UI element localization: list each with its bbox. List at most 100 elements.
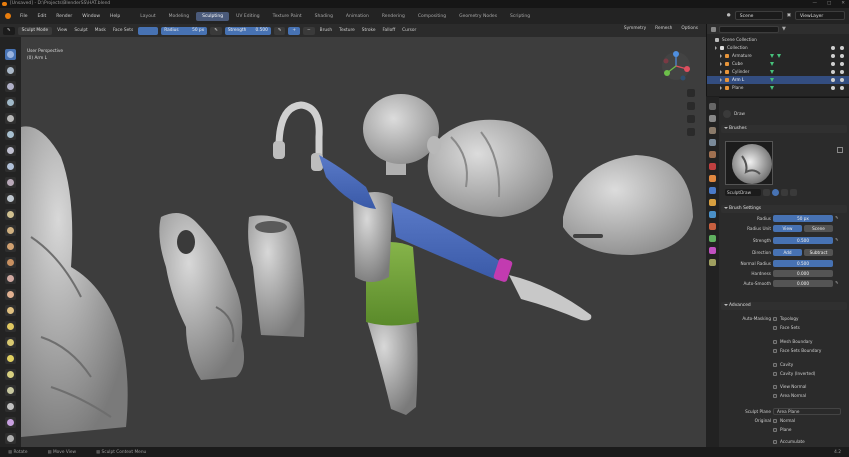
- close-icon[interactable]: ✕: [841, 0, 845, 8]
- tab-scripting[interactable]: Scripting: [504, 12, 536, 21]
- tool-pinch[interactable]: [5, 273, 16, 284]
- brush-name-field[interactable]: SculptDraw: [725, 189, 761, 196]
- sculpt-plane-dropdown[interactable]: Area Plane: [773, 408, 841, 415]
- output-tab-icon[interactable]: [709, 127, 716, 134]
- delete-brush-icon[interactable]: [790, 189, 797, 196]
- view-layer-selector[interactable]: ViewLayer: [795, 11, 845, 20]
- menu-window[interactable]: Window: [77, 14, 105, 19]
- tool-crease[interactable]: [5, 177, 16, 188]
- outliner-row[interactable]: Cube: [707, 60, 849, 68]
- visibility-eye-icon[interactable]: [831, 46, 835, 50]
- brushes-section-header[interactable]: Brushes: [721, 125, 847, 133]
- tool-fill[interactable]: [5, 225, 16, 236]
- render-camera-icon[interactable]: [840, 54, 844, 58]
- brush-settings-section-header[interactable]: Brush Settings: [721, 205, 847, 213]
- outliner-row-selected[interactable]: Arm L: [707, 76, 849, 84]
- cavity-inverted-checkbox[interactable]: [773, 372, 777, 376]
- data-tab-icon[interactable]: [709, 235, 716, 242]
- tab-animation[interactable]: Animation: [340, 12, 375, 21]
- viewport-scene[interactable]: [21, 37, 706, 447]
- add-direction-icon[interactable]: +: [288, 26, 301, 35]
- tool-clay-thumb[interactable]: [5, 113, 16, 124]
- tab-modeling[interactable]: Modeling: [163, 12, 195, 21]
- coat-mesh-left[interactable]: [21, 126, 128, 437]
- camera-view-icon[interactable]: [687, 115, 695, 123]
- expand-icon[interactable]: [720, 54, 722, 58]
- tool-pose[interactable]: [5, 353, 16, 364]
- jacket-mesh[interactable]: [159, 213, 245, 380]
- cavity-checkbox[interactable]: [773, 363, 777, 367]
- headphones-mesh[interactable]: [273, 101, 323, 171]
- minimize-icon[interactable]: —: [812, 0, 817, 8]
- tool-inflate[interactable]: [5, 145, 16, 156]
- tool-box-mask[interactable]: [5, 433, 16, 444]
- outliner-row[interactable]: Cylinder: [707, 68, 849, 76]
- tool-draw[interactable]: [5, 49, 16, 60]
- zoom-icon[interactable]: [687, 89, 695, 97]
- brush-preview-icon[interactable]: [138, 26, 159, 35]
- tool-layer[interactable]: [5, 129, 16, 140]
- tool-flatten[interactable]: [5, 209, 16, 220]
- advanced-section-header[interactable]: Advanced: [721, 302, 847, 310]
- outliner-search-input[interactable]: [719, 25, 779, 33]
- pressure-strength-icon[interactable]: ✎: [273, 26, 286, 35]
- menu-falloff[interactable]: Falloff: [380, 28, 397, 33]
- scene-tab-icon[interactable]: [709, 151, 716, 158]
- mode-selector[interactable]: Sculpt Mode: [17, 26, 53, 35]
- mesh-boundary-checkbox[interactable]: [773, 340, 777, 344]
- render-camera-icon[interactable]: [840, 62, 844, 66]
- tool-thumb[interactable]: [5, 337, 16, 348]
- render-camera-icon[interactable]: [840, 46, 844, 50]
- radius-pressure-icon[interactable]: ✎: [835, 215, 841, 222]
- subtract-direction-icon[interactable]: −: [303, 26, 315, 35]
- menu-file[interactable]: File: [15, 14, 33, 19]
- modifier-tab-icon[interactable]: [709, 187, 716, 194]
- menu-texture[interactable]: Texture: [337, 28, 357, 33]
- tab-layout[interactable]: Layout: [134, 12, 161, 21]
- accumulate-checkbox[interactable]: [773, 440, 777, 444]
- draw-tool-icon[interactable]: ✎: [3, 26, 15, 35]
- tool-clay-strips[interactable]: [5, 97, 16, 108]
- hand-pan-icon[interactable]: [687, 102, 695, 110]
- object-tab-icon[interactable]: [709, 175, 716, 182]
- direction-add-button[interactable]: Add: [773, 249, 802, 256]
- render-camera-icon[interactable]: [840, 70, 844, 74]
- outliner-row[interactable]: Plane: [707, 84, 849, 92]
- tab-texture-paint[interactable]: Texture Paint: [267, 12, 308, 21]
- menu-help[interactable]: Help: [105, 14, 125, 19]
- tab-shading[interactable]: Shading: [309, 12, 339, 21]
- fake-user-icon[interactable]: [772, 189, 779, 196]
- menu-edit[interactable]: Edit: [33, 14, 52, 19]
- menu-mask[interactable]: Mask: [93, 28, 108, 33]
- brush-preview-thumbnail[interactable]: [725, 141, 773, 185]
- menu-render[interactable]: Render: [51, 14, 77, 19]
- original-normal-checkbox[interactable]: [773, 419, 777, 423]
- visibility-eye-icon[interactable]: [831, 70, 835, 74]
- constraints-tab-icon[interactable]: [709, 223, 716, 230]
- radius-field[interactable]: 50 px: [773, 215, 833, 222]
- face-sets-boundary-checkbox[interactable]: [773, 349, 777, 353]
- menu-sculpt[interactable]: Sculpt: [72, 28, 89, 33]
- tool-tab-icon[interactable]: [709, 103, 716, 110]
- render-camera-icon[interactable]: [840, 78, 844, 82]
- visibility-eye-icon[interactable]: [831, 78, 835, 82]
- navigation-gizmo[interactable]: [661, 51, 691, 81]
- expand-icon[interactable]: [720, 62, 722, 66]
- hardness-field[interactable]: 0.000: [773, 270, 833, 277]
- expand-icon[interactable]: [720, 78, 722, 82]
- radius-unit-view-button[interactable]: View: [773, 225, 802, 232]
- new-brush-icon[interactable]: [781, 189, 788, 196]
- tool-grab[interactable]: [5, 289, 16, 300]
- view-normal-checkbox[interactable]: [773, 385, 777, 389]
- physics-tab-icon[interactable]: [709, 211, 716, 218]
- visibility-eye-icon[interactable]: [831, 54, 835, 58]
- area-normal-checkbox[interactable]: [773, 394, 777, 398]
- tool-blob[interactable]: [5, 161, 16, 172]
- outliner-row[interactable]: Collection: [707, 44, 849, 52]
- menu-face-sets[interactable]: Face Sets: [111, 28, 135, 33]
- options-dropdown[interactable]: Options: [679, 26, 700, 31]
- topology-checkbox[interactable]: [773, 317, 777, 321]
- tool-snake-hook[interactable]: [5, 321, 16, 332]
- tool-clay[interactable]: [5, 81, 16, 92]
- 3d-viewport[interactable]: [21, 37, 706, 447]
